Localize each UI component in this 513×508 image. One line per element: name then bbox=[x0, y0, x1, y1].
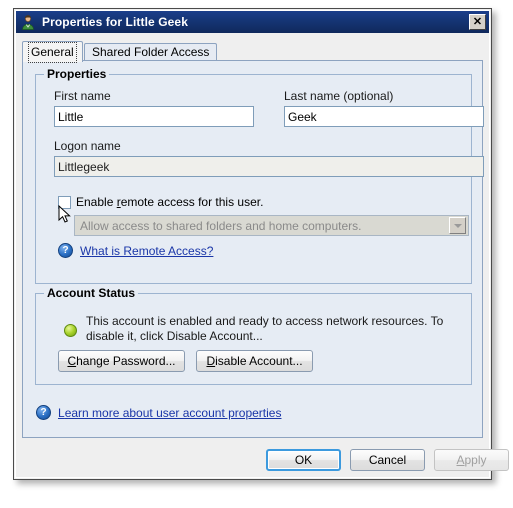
tab-page-general: Properties First name Last name (optiona… bbox=[22, 60, 484, 438]
change-password-button[interactable]: Change Password... bbox=[58, 350, 185, 372]
first-name-label: First name bbox=[54, 89, 111, 103]
apply-button: Apply bbox=[434, 449, 509, 471]
logon-name-label: Logon name bbox=[54, 139, 121, 153]
close-icon[interactable]: ✕ bbox=[469, 14, 486, 30]
change-password-rest: hange Password... bbox=[76, 354, 176, 368]
link-text-after: at is Remote Access? bbox=[98, 243, 214, 258]
remote-access-level-value: Allow access to shared folders and home … bbox=[80, 218, 362, 233]
disable-account-rest: isable Account... bbox=[215, 354, 303, 368]
cancel-button[interactable]: Cancel bbox=[350, 449, 425, 471]
tab-general[interactable]: General bbox=[22, 41, 83, 63]
learn-more-row[interactable]: ? Learn more about user account properti… bbox=[36, 405, 281, 420]
help-question-icon: ? bbox=[36, 405, 51, 420]
what-is-remote-access-link[interactable]: What is Remote Access? bbox=[80, 244, 213, 258]
enabled-indicator-icon bbox=[64, 324, 77, 337]
last-name-input[interactable] bbox=[284, 106, 484, 127]
chk-text-after: emote access for this user. bbox=[120, 195, 264, 209]
properties-group: Properties First name Last name (optiona… bbox=[35, 67, 484, 284]
change-password-accel: C bbox=[67, 354, 77, 368]
ok-button[interactable]: OK bbox=[266, 449, 341, 471]
logon-name-input[interactable] bbox=[54, 156, 484, 177]
learn-more-link[interactable]: Learn more about user account properties bbox=[58, 406, 281, 420]
apply-accel: A bbox=[456, 453, 465, 467]
help-question-icon: ? bbox=[58, 243, 73, 258]
apply-rest: pply bbox=[464, 453, 487, 467]
user-icon bbox=[20, 14, 36, 30]
tab-strip: General Shared Folder Access bbox=[22, 41, 483, 63]
chk-text-before: Enable bbox=[76, 195, 117, 209]
link-text-before: W bbox=[80, 243, 92, 258]
window-title: Properties for Little Geek bbox=[42, 15, 188, 29]
link-accel: h bbox=[91, 243, 99, 258]
account-status-group-title: Account Status bbox=[44, 286, 139, 300]
tab-shared-folder-access[interactable]: Shared Folder Access bbox=[84, 43, 218, 61]
title-bar[interactable]: Properties for Little Geek ✕ bbox=[16, 11, 489, 33]
learn-more-rest: earn more about user account properties bbox=[64, 405, 282, 420]
enable-remote-access-checkbox[interactable]: Enable remote access for this user. bbox=[58, 195, 263, 209]
properties-dialog-window: Properties for Little Geek ✕ General Sha… bbox=[13, 8, 509, 480]
enable-remote-access-label: Enable remote access for this user. bbox=[76, 195, 263, 209]
tab-general-label: General bbox=[28, 42, 77, 63]
tab-shared-folder-access-label: Shared Folder Access bbox=[92, 45, 210, 59]
last-name-label: Last name (optional) bbox=[284, 89, 394, 103]
account-status-text: This account is enabled and ready to acc… bbox=[86, 314, 444, 343]
chevron-down-icon[interactable] bbox=[449, 217, 466, 234]
disable-account-button[interactable]: Disable Account... bbox=[196, 350, 313, 372]
disable-account-accel: D bbox=[206, 354, 216, 368]
checkbox-box[interactable] bbox=[58, 195, 71, 209]
properties-group-title: Properties bbox=[44, 67, 110, 81]
first-name-input[interactable] bbox=[54, 106, 254, 127]
remote-access-level-dropdown[interactable]: Allow access to shared folders and home … bbox=[74, 215, 469, 236]
what-is-remote-access-row[interactable]: ? What is Remote Access? bbox=[58, 243, 213, 258]
account-status-group: Account Status This account is enabled a… bbox=[35, 286, 472, 385]
learn-more-accel: L bbox=[58, 405, 65, 420]
